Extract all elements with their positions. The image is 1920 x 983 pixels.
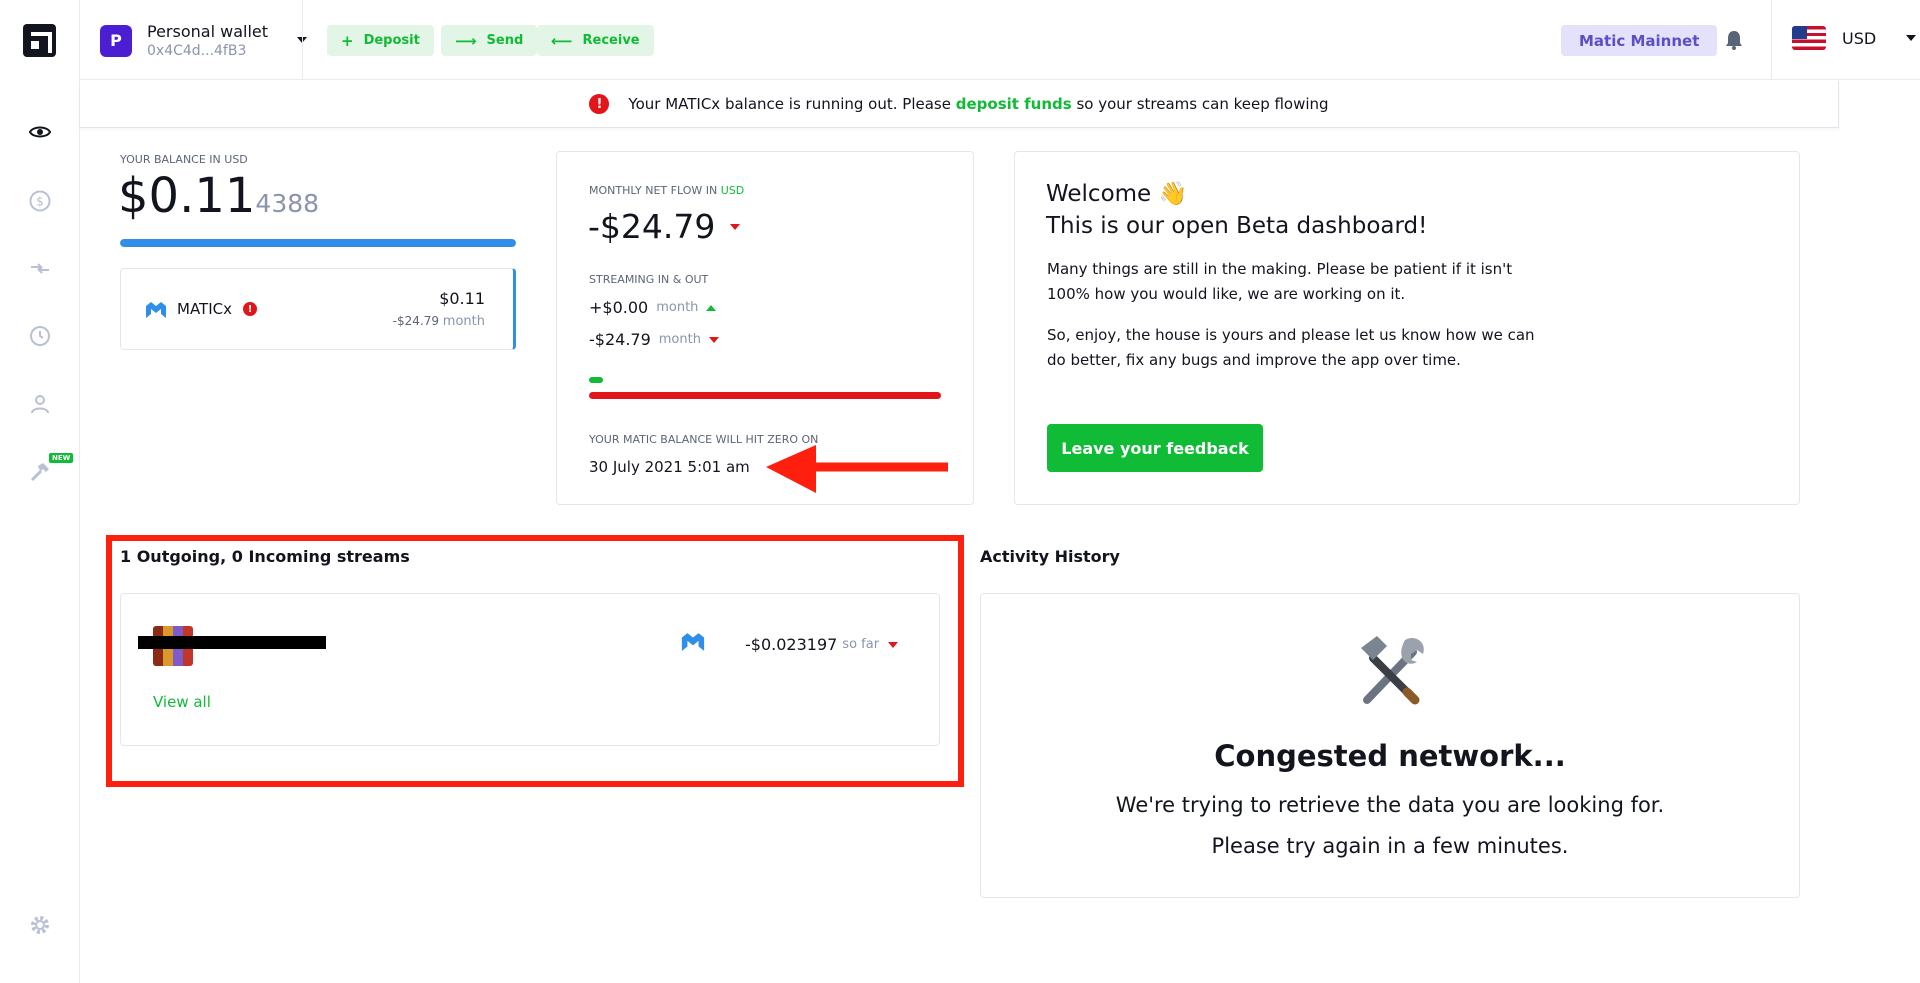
balance-main: $0.11	[118, 168, 256, 224]
stream-out-row: -$24.79 month	[589, 330, 719, 349]
topbar: P Personal wallet 0x4C4d...4fB3 + Deposi…	[80, 0, 1920, 80]
net-flow-label-text: MONTHLY NET FLOW IN	[589, 184, 721, 197]
incoming-bar	[589, 377, 603, 383]
divider	[302, 0, 303, 80]
zero-balance-date: 30 July 2021 5:01 am	[589, 458, 750, 476]
send-button[interactable]: ⟶ Send	[441, 25, 538, 56]
congested-heading: Congested network...	[1214, 739, 1566, 773]
balance-bar	[120, 239, 516, 247]
dashboard: $ NEW P Personal wallet 0x4C4d...4fB3 + …	[0, 0, 1920, 983]
plus-icon: +	[341, 31, 354, 50]
send-label: Send	[486, 33, 524, 48]
wallet-avatar: P	[100, 24, 132, 57]
streaming-label: STREAMING IN & OUT	[589, 273, 709, 286]
outgoing-bar	[589, 392, 941, 399]
congested-line-2: Please try again in a few minutes.	[1211, 834, 1569, 858]
sidebar: $ NEW	[0, 0, 80, 983]
token-amount: $0.11	[439, 289, 485, 308]
app-logo[interactable]	[23, 24, 56, 57]
token-flow: -$24.79 month	[393, 314, 485, 329]
wallet-address: 0x4C4d...4fB3	[147, 43, 247, 59]
low-balance-alert: ! Your MATICx balance is running out. Pl…	[80, 81, 1839, 128]
currency-selector[interactable]: USD	[1792, 26, 1917, 50]
balance-bar-fill	[120, 239, 516, 247]
leave-feedback-button[interactable]: Leave your feedback	[1047, 424, 1263, 472]
annotation-arrow	[766, 445, 948, 493]
activity-card: Congested network... We're trying to ret…	[980, 593, 1800, 898]
receive-button[interactable]: ⟵ Receive	[537, 25, 654, 56]
wallet-name: Personal wallet	[147, 22, 268, 41]
bell-icon[interactable]	[1725, 30, 1743, 54]
currency-label: USD	[1842, 28, 1877, 48]
receive-label: Receive	[582, 33, 640, 48]
user-icon[interactable]	[26, 390, 54, 418]
welcome-title-line1: Welcome 👋	[1046, 181, 1188, 207]
hammer-and-wrench-icon	[1351, 630, 1431, 714]
stream-in-value: +$0.00	[589, 298, 649, 317]
wallet-selector[interactable]: P Personal wallet 0x4C4d...4fB3	[100, 22, 307, 59]
chevron-down-icon	[1906, 35, 1917, 41]
arrow-left-icon: ⟵	[551, 31, 573, 50]
new-badge: NEW	[49, 453, 74, 463]
welcome-title: Welcome 👋 This is our open Beta dashboar…	[1046, 178, 1427, 242]
alert-icon: !	[589, 94, 610, 114]
eye-icon[interactable]	[26, 118, 54, 146]
divider	[1771, 0, 1772, 80]
arrow-right-icon: ⟶	[455, 31, 477, 50]
warning-icon: !	[243, 302, 257, 316]
gear-icon[interactable]	[26, 911, 54, 939]
network-badge[interactable]: Matic Mainnet	[1561, 25, 1718, 56]
welcome-paragraph-2: So, enjoy, the house is yours and please…	[1047, 326, 1535, 369]
welcome-card: Welcome 👋 This is our open Beta dashboar…	[1014, 151, 1800, 505]
welcome-title-line2: This is our open Beta dashboard!	[1046, 213, 1428, 239]
history-icon[interactable]	[26, 322, 54, 350]
annotation-box	[106, 535, 964, 787]
balance-label: YOUR BALANCE IN USD	[120, 153, 248, 166]
net-flow-label: MONTHLY NET FLOW IN USD	[589, 184, 744, 197]
stream-in-unit: month	[656, 300, 699, 315]
balance-value: $0.114388	[118, 168, 319, 224]
caret-down-icon	[708, 336, 719, 343]
token-flow-value: -$24.79	[392, 314, 439, 328]
balance-decimals: 4388	[255, 189, 320, 218]
alert-text-end: so your streams can keep flowing	[1071, 95, 1329, 113]
dollar-icon[interactable]: $	[26, 187, 54, 215]
stream-out-value: -$24.79	[589, 330, 651, 349]
token-card-maticx[interactable]: MATICx ! $0.11 -$24.79 month	[120, 268, 516, 350]
matic-logo-icon	[145, 301, 167, 323]
token-name: MATICx	[177, 300, 232, 318]
deposit-label: Deposit	[363, 33, 420, 48]
swap-icon[interactable]	[26, 254, 54, 282]
stream-in-row: +$0.00 month	[589, 298, 717, 317]
welcome-paragraph-1: Many things are still in the making. Ple…	[1047, 260, 1513, 303]
deposit-funds-link[interactable]: deposit funds	[956, 95, 1072, 113]
token-flow-unit: month	[442, 314, 485, 329]
stream-out-unit: month	[658, 332, 701, 347]
svg-text:$: $	[36, 195, 44, 209]
deposit-button[interactable]: + Deposit	[327, 25, 434, 56]
us-flag-icon	[1792, 26, 1826, 50]
congested-line-1: We're trying to retrieve the data you ar…	[1115, 793, 1665, 817]
caret-down-icon	[730, 224, 740, 230]
activity-title: Activity History	[980, 547, 1120, 566]
caret-up-icon	[706, 304, 717, 311]
net-flow-value: -$24.79	[588, 207, 716, 246]
alert-text: Your MATICx balance is running out. Plea…	[628, 95, 956, 113]
net-flow-label-currency: USD	[720, 184, 745, 197]
